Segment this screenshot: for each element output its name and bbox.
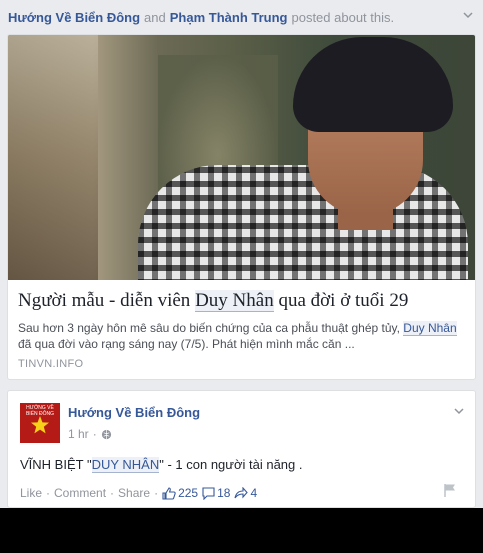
- post-text: VĨNH BIỆT "DUY NHÂN" - 1 con người tài n…: [20, 457, 303, 473]
- shares-stat[interactable]: 4: [234, 486, 257, 500]
- likes-count: 225: [178, 486, 199, 500]
- desc-highlight: Duy Nhân: [403, 321, 457, 336]
- star-icon: [31, 416, 49, 434]
- article-source: TINVN.INFO: [18, 358, 84, 370]
- article-photo[interactable]: [8, 35, 475, 280]
- comment-icon: [202, 486, 215, 500]
- like-button[interactable]: Like: [20, 486, 42, 500]
- chevron-down-icon[interactable]: [453, 405, 465, 417]
- shared-link-card[interactable]: Người mẫu - diễn viên Duy Nhân qua đời ở…: [7, 34, 476, 380]
- conjunction-text: and: [144, 9, 166, 25]
- article-description: Sau hơn 3 ngày hôn mê sâu do biến chứng …: [18, 321, 457, 351]
- flag-icon[interactable]: [443, 483, 457, 498]
- actor-link-2[interactable]: Phạm Thành Trung: [170, 10, 288, 25]
- title-highlight: Duy Nhân: [195, 290, 274, 312]
- post-text-highlight[interactable]: DUY NHÂN: [91, 457, 160, 473]
- share-arrow-icon: [234, 487, 249, 499]
- post-card: HƯỚNG VỀ BIỂN ĐÔNG Hướng Về Biển Đông 1 …: [7, 390, 476, 508]
- share-header: Hướng Về Biển Đông and Phạm Thành Trung …: [8, 7, 476, 27]
- post-meta: 1 hr ·: [68, 427, 112, 441]
- header-suffix: posted about this.: [291, 9, 395, 25]
- post-time[interactable]: 1 hr: [68, 427, 89, 441]
- post-actions: Like · Comment · Share · 225 18 4: [20, 486, 258, 500]
- share-button[interactable]: Share: [118, 486, 150, 500]
- globe-icon: [101, 429, 111, 439]
- comment-button[interactable]: Comment: [54, 486, 106, 500]
- likes-stat[interactable]: 225: [162, 486, 198, 500]
- comments-count: 18: [217, 486, 231, 500]
- chevron-down-icon[interactable]: [462, 9, 474, 21]
- shares-count: 4: [250, 486, 258, 500]
- bottom-black-bar: [0, 508, 483, 553]
- thumbs-up-icon: [162, 486, 176, 500]
- avatar[interactable]: HƯỚNG VỀ BIỂN ĐÔNG: [20, 403, 60, 443]
- comments-stat[interactable]: 18: [202, 486, 230, 500]
- actor-link-1[interactable]: Hướng Về Biển Đông: [8, 10, 140, 25]
- article-title[interactable]: Người mẫu - diễn viên Duy Nhân qua đời ở…: [18, 290, 468, 312]
- page-name-link[interactable]: Hướng Về Biển Đông: [68, 405, 200, 420]
